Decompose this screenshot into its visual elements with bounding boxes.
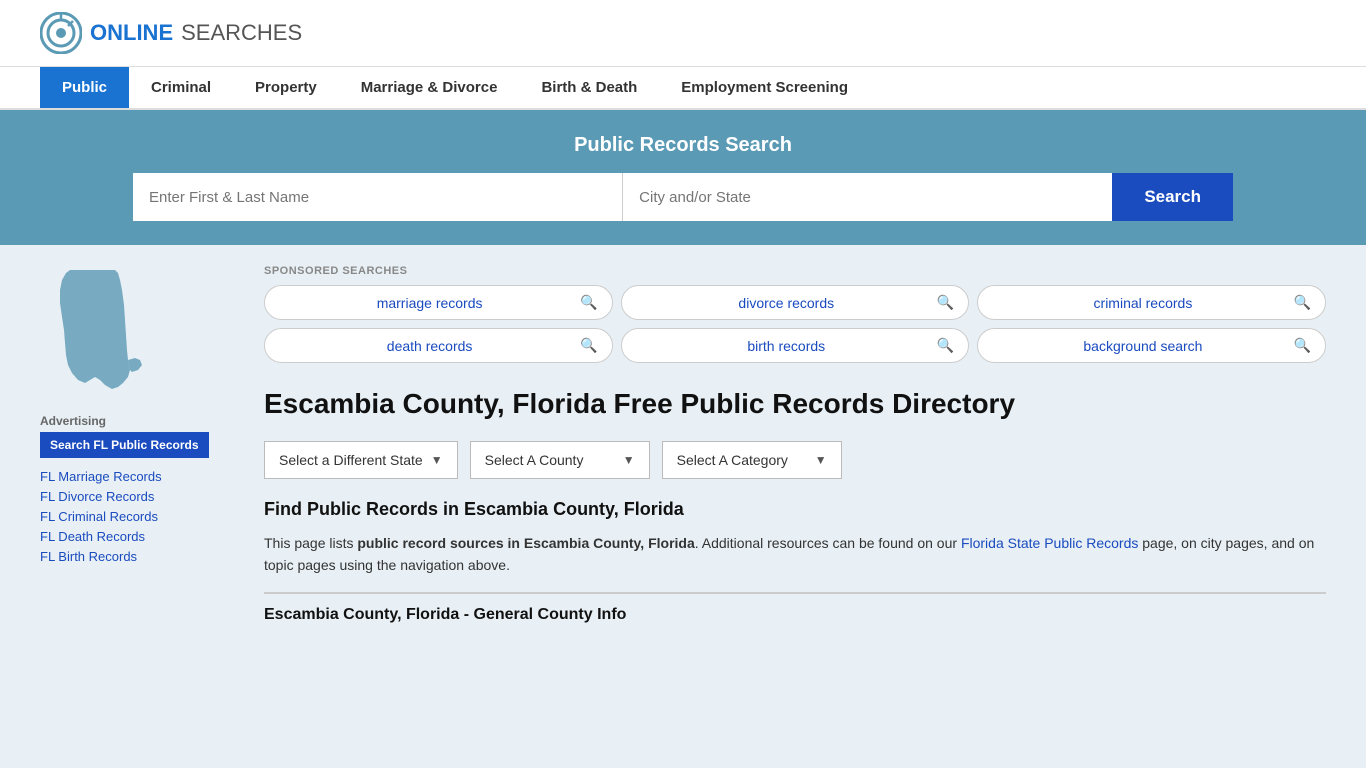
chevron-down-icon: ▼ <box>623 453 635 467</box>
pill-marriage[interactable]: marriage records 🔍 <box>264 285 613 320</box>
name-input[interactable] <box>133 173 623 221</box>
sponsored-pills-grid: marriage records 🔍 divorce records 🔍 cri… <box>264 285 1326 363</box>
pill-divorce-text: divorce records <box>636 295 937 311</box>
pill-birth[interactable]: birth records 🔍 <box>621 328 970 363</box>
site-header: ONLINE SEARCHES <box>0 0 1366 67</box>
nav-item-criminal[interactable]: Criminal <box>129 67 233 108</box>
nav-item-birth[interactable]: Birth & Death <box>519 67 659 108</box>
search-banner: Public Records Search Search <box>0 110 1366 245</box>
list-item: FL Death Records <box>40 528 240 544</box>
category-selector-label: Select A Category <box>677 452 788 468</box>
state-map <box>40 265 240 398</box>
search-button[interactable]: Search <box>1112 173 1233 221</box>
main-container: Advertising Search FL Public Records FL … <box>0 245 1366 644</box>
sidebar-link-death[interactable]: FL Death Records <box>40 529 145 544</box>
list-item: FL Marriage Records <box>40 468 240 484</box>
nav-item-marriage[interactable]: Marriage & Divorce <box>339 67 520 108</box>
pill-death-text: death records <box>279 338 580 354</box>
list-item: FL Birth Records <box>40 548 240 564</box>
sidebar-link-marriage[interactable]: FL Marriage Records <box>40 469 162 484</box>
county-selector[interactable]: Select A County ▼ <box>470 441 650 479</box>
list-item: FL Divorce Records <box>40 488 240 504</box>
sidebar-link-birth[interactable]: FL Birth Records <box>40 549 137 564</box>
search-pill-icon: 🔍 <box>937 337 954 354</box>
pill-criminal-text: criminal records <box>992 295 1293 311</box>
chevron-down-icon: ▼ <box>431 453 443 467</box>
page-title: Escambia County, Florida Free Public Rec… <box>264 387 1015 421</box>
state-selector-label: Select a Different State <box>279 452 423 468</box>
pill-death[interactable]: death records 🔍 <box>264 328 613 363</box>
find-records-title: Find Public Records in Escambia County, … <box>264 499 1326 520</box>
county-selector-label: Select A County <box>485 452 584 468</box>
chevron-down-icon: ▼ <box>815 453 827 467</box>
sidebar-links: FL Marriage Records FL Divorce Records F… <box>40 468 240 564</box>
search-pill-icon: 🔍 <box>1294 337 1311 354</box>
search-banner-title: Public Records Search <box>40 134 1326 157</box>
nav-item-public[interactable]: Public <box>40 67 129 108</box>
search-form: Search <box>133 173 1233 221</box>
state-selector[interactable]: Select a Different State ▼ <box>264 441 458 479</box>
search-pill-icon: 🔍 <box>937 294 954 311</box>
county-info-title: Escambia County, Florida - General Count… <box>264 592 1326 624</box>
sidebar-link-criminal[interactable]: FL Criminal Records <box>40 509 158 524</box>
sidebar-link-divorce[interactable]: FL Divorce Records <box>40 489 154 504</box>
search-pill-icon: 🔍 <box>580 337 597 354</box>
pill-background[interactable]: background search 🔍 <box>977 328 1326 363</box>
pill-marriage-text: marriage records <box>279 295 580 311</box>
pill-divorce[interactable]: divorce records 🔍 <box>621 285 970 320</box>
nav-item-property[interactable]: Property <box>233 67 339 108</box>
logo-text-searches: SEARCHES <box>181 20 302 46</box>
search-pill-icon: 🔍 <box>580 294 597 311</box>
find-text-1: This page lists <box>264 535 357 551</box>
florida-map-icon <box>40 265 150 395</box>
pill-birth-text: birth records <box>636 338 937 354</box>
logo[interactable]: ONLINE SEARCHES <box>40 12 302 54</box>
list-item: FL Criminal Records <box>40 508 240 524</box>
logo-icon <box>40 12 82 54</box>
florida-records-link[interactable]: Florida State Public Records <box>961 535 1138 551</box>
location-input[interactable] <box>623 173 1112 221</box>
pill-background-text: background search <box>992 338 1293 354</box>
content-area: SPONSORED SEARCHES marriage records 🔍 di… <box>264 265 1326 624</box>
find-records-text: This page lists public record sources in… <box>264 532 1326 577</box>
sponsored-label: SPONSORED SEARCHES <box>264 265 1326 277</box>
advertising-label: Advertising <box>40 414 240 428</box>
category-selector[interactable]: Select A Category ▼ <box>662 441 842 479</box>
sidebar-ad-button[interactable]: Search FL Public Records <box>40 432 209 458</box>
pill-criminal[interactable]: criminal records 🔍 <box>977 285 1326 320</box>
logo-text-online: ONLINE <box>90 20 173 46</box>
selectors-row: Select a Different State ▼ Select A Coun… <box>264 441 1326 479</box>
find-text-2: . Additional resources can be found on o… <box>695 535 961 551</box>
find-text-bold: public record sources in Escambia County… <box>357 535 694 551</box>
sidebar: Advertising Search FL Public Records FL … <box>40 265 240 624</box>
main-nav: Public Criminal Property Marriage & Divo… <box>0 67 1366 110</box>
nav-item-employment[interactable]: Employment Screening <box>659 67 870 108</box>
page-title-section: Escambia County, Florida Free Public Rec… <box>264 387 1326 421</box>
search-pill-icon: 🔍 <box>1294 294 1311 311</box>
